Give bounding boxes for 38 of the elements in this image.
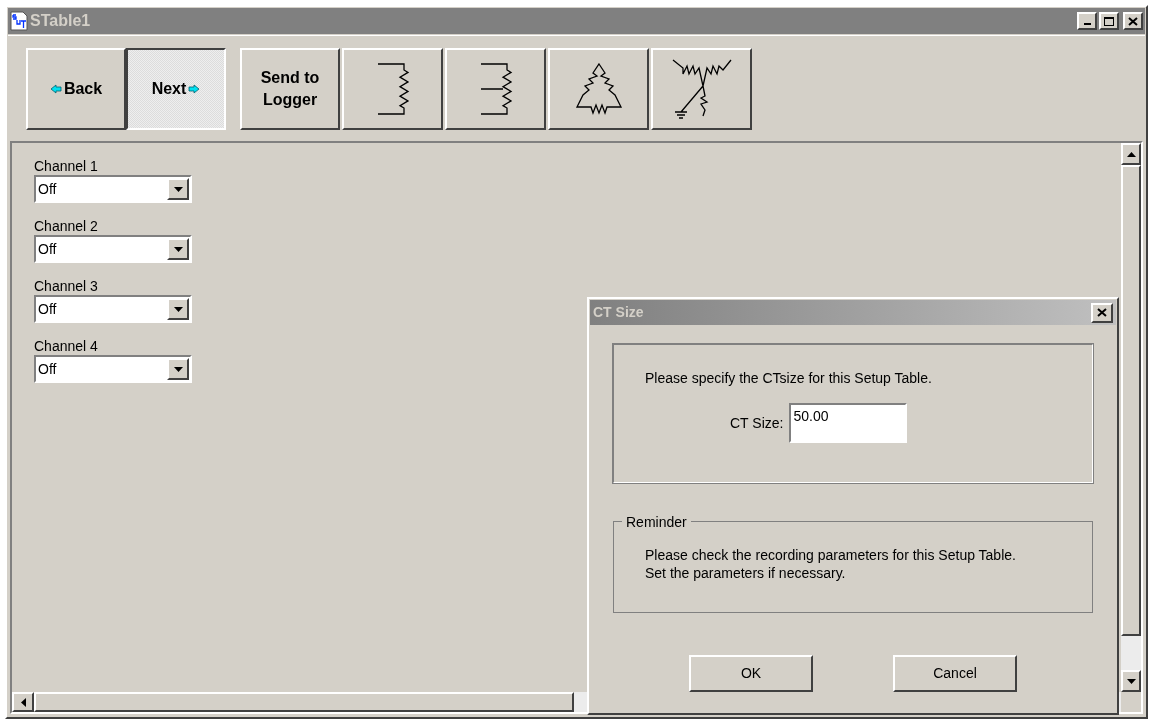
channel-label: Channel 3 [34, 277, 99, 295]
reminder-text: Please check the recording parameters for this Setup Table. Set the parameters if necessary. [645, 546, 1017, 582]
window-title: STable1 [30, 11, 91, 31]
app-document-icon [10, 11, 28, 31]
ct-size-message: Please specify the CTsize for this Setup Table. [645, 369, 933, 388]
tapped-resistor-icon [478, 61, 513, 116]
circuit-button[interactable] [445, 47, 546, 130]
back-button[interactable]: Back [26, 47, 126, 130]
scroll-up-icon [1126, 151, 1136, 157]
channel-label: Channel 1 [34, 157, 99, 175]
channel-dropdown[interactable]: Off [34, 355, 192, 383]
minimize-button[interactable] [1077, 12, 1097, 30]
cancel-button[interactable]: Cancel [893, 655, 1017, 692]
maximize-button[interactable] [1099, 12, 1119, 30]
channel-dropdown[interactable]: Off [34, 175, 192, 203]
ct-size-label: CT Size: [730, 413, 784, 433]
scroll-down-icon [1126, 678, 1136, 684]
close-icon [1097, 308, 1107, 317]
circuit-button[interactable] [651, 47, 752, 130]
send-to-logger-button[interactable]: Send to Logger [240, 47, 340, 130]
circuit-button[interactable] [548, 47, 649, 130]
circuit-button[interactable] [342, 47, 443, 130]
channel-label: Channel 2 [34, 217, 99, 235]
next-button[interactable]: Next [126, 47, 226, 130]
ok-button[interactable]: OK [689, 655, 813, 692]
dialog-close-button[interactable] [1091, 302, 1113, 323]
dialog-title: CT Size [593, 303, 645, 322]
ct-size-field[interactable]: 50.00 [789, 403, 908, 443]
close-icon [1128, 16, 1138, 26]
scroll-left-icon [20, 697, 26, 707]
left-arrow-icon [49, 83, 62, 94]
resistor-coil-icon [375, 61, 410, 116]
close-button[interactable] [1123, 12, 1143, 30]
channel-dropdown[interactable]: Off [34, 235, 192, 263]
vertical-scrollbar[interactable] [1121, 143, 1141, 692]
channel-dropdown[interactable]: Off [34, 295, 192, 323]
channel-label: Channel 4 [34, 337, 99, 355]
right-arrow-icon [188, 83, 201, 94]
